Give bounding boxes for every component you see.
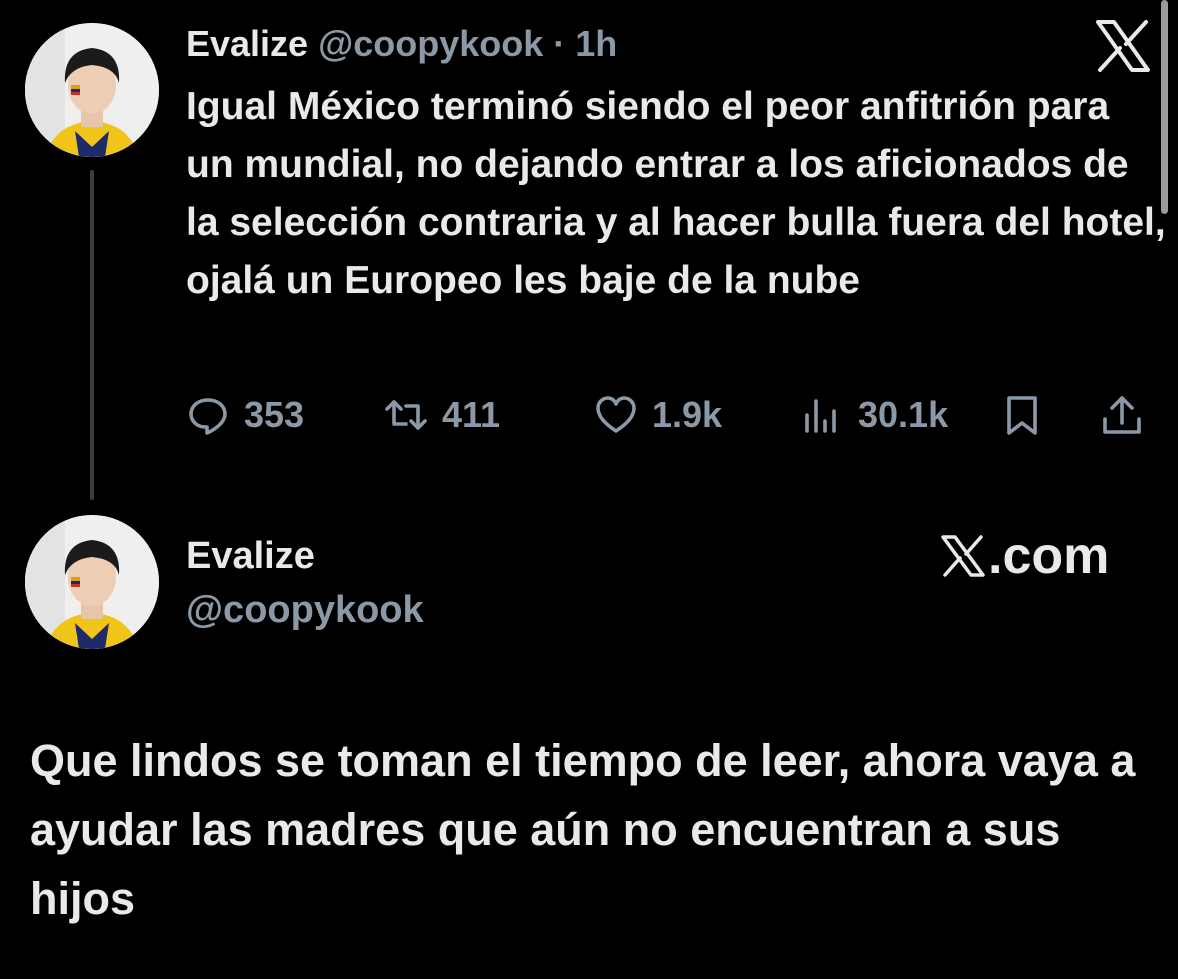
bookmark-button[interactable]	[1000, 388, 1058, 442]
avatar[interactable]	[25, 23, 159, 157]
reply-button[interactable]: 353	[186, 388, 304, 442]
tweet1-text: Igual México terminó siendo el peor anfi…	[186, 85, 1166, 302]
share-icon	[1103, 396, 1141, 434]
x-com-link[interactable]: .com	[940, 526, 1109, 586]
views-icon	[805, 399, 836, 433]
tweet2-text: Que lindos se toman el tiempo de leer, a…	[30, 735, 1136, 924]
repost-icon	[385, 400, 427, 430]
share-button[interactable]	[1100, 388, 1158, 442]
views-count: 30.1k	[858, 394, 949, 435]
x-logo-icon[interactable]	[1094, 20, 1152, 72]
author-handle[interactable]: @coopykook	[186, 586, 424, 634]
heart-icon	[596, 396, 636, 433]
author-handle[interactable]: @coopykook	[318, 23, 543, 64]
avatar-image	[25, 515, 159, 649]
like-button[interactable]: 1.9k	[594, 388, 722, 442]
views-button[interactable]: 30.1k	[800, 388, 948, 442]
reply-count: 353	[244, 394, 305, 435]
repost-button[interactable]: 411	[384, 388, 500, 442]
author-name[interactable]: Evalize	[186, 532, 315, 580]
reply-icon	[189, 398, 227, 435]
like-count: 1.9k	[652, 394, 723, 435]
x-com-label: .com	[988, 527, 1110, 585]
bookmark-icon	[1007, 396, 1037, 435]
avatar[interactable]	[25, 515, 159, 649]
timestamp[interactable]: 1h	[575, 23, 617, 64]
avatar-image	[25, 23, 159, 157]
thread-line	[90, 170, 94, 500]
separator-dot: ·	[553, 23, 566, 64]
x-logo-icon	[941, 535, 985, 577]
repost-count: 411	[442, 394, 501, 435]
tweet1-header: Evalize @coopykook · 1h	[186, 22, 617, 66]
author-name[interactable]: Evalize	[186, 23, 308, 64]
